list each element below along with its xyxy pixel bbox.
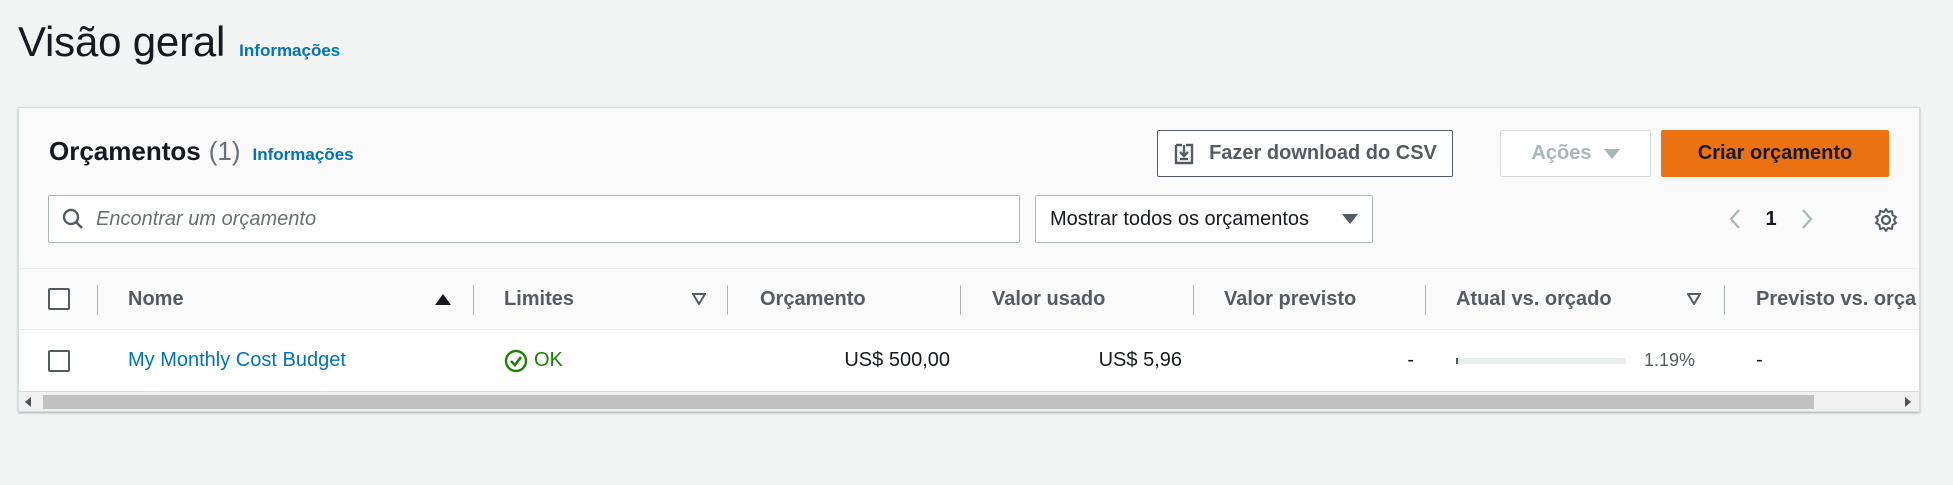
sort-ascending-icon[interactable]	[435, 269, 451, 329]
column-divider[interactable]	[1724, 285, 1725, 315]
column-header-limits-label: Limites	[504, 287, 575, 310]
scrollbar-thumb[interactable]	[43, 395, 1814, 409]
create-budget-label: Criar orçamento	[1697, 142, 1853, 164]
budgets-count: (1)	[208, 136, 241, 166]
progress-percent: 1.19%	[1644, 350, 1696, 370]
sort-icon[interactable]	[1687, 269, 1701, 329]
forecast-vs-budget-cell: -	[1756, 349, 1763, 371]
status-ok-label: OK	[534, 349, 563, 371]
download-csv-button[interactable]: Fazer download do CSV	[1157, 130, 1453, 177]
column-divider[interactable]	[727, 285, 728, 315]
caret-down-icon	[1342, 214, 1358, 224]
pagination: 1	[1719, 201, 1823, 237]
search-field	[48, 195, 1020, 243]
budgets-title: Orçamentos (1) Informações	[49, 136, 354, 167]
column-header-forecast-vs-budget[interactable]: Previsto vs. orça	[1756, 269, 1916, 329]
budget-name-link[interactable]: My Monthly Cost Budget	[128, 330, 346, 391]
forecast-amount-cell: -	[1407, 349, 1414, 371]
budgets-table: Nome Limites Orçamento Valor usado Valor…	[19, 268, 1919, 391]
column-header-forecast-vs-budget-label: Previsto vs. orça	[1756, 287, 1917, 310]
column-divider[interactable]	[1425, 285, 1426, 315]
caret-down-icon	[1603, 148, 1620, 159]
column-divider[interactable]	[473, 285, 474, 315]
sort-icon[interactable]	[692, 269, 706, 329]
table-row[interactable]: My Monthly Cost Budget OK US$ 500,00 US$…	[19, 330, 1919, 391]
download-icon	[1174, 143, 1194, 164]
select-all-checkbox[interactable]	[48, 288, 70, 310]
page-header: Visão geral Informações	[18, 18, 340, 66]
budgets-panel: Orçamentos (1) Informações Fazer downloa…	[18, 107, 1920, 412]
actions-button[interactable]: Ações	[1500, 130, 1651, 177]
chevron-left-icon[interactable]	[1719, 201, 1751, 237]
actual-vs-budget-cell: 1.19%	[1456, 330, 1695, 391]
column-header-name-label: Nome	[128, 287, 184, 310]
column-divider[interactable]	[960, 285, 961, 315]
budgets-panel-header: Orçamentos (1) Informações Fazer downloa…	[19, 108, 1919, 268]
budget-amount-cell: US$ 500,00	[844, 349, 950, 371]
column-header-used[interactable]: Valor usado	[992, 269, 1105, 329]
status-ok: OK	[504, 349, 563, 373]
page-title: Visão geral	[18, 18, 226, 65]
column-divider	[97, 285, 98, 315]
column-header-budget[interactable]: Orçamento	[760, 269, 866, 329]
create-budget-button[interactable]: Criar orçamento	[1661, 130, 1889, 177]
page-info-link[interactable]: Informações	[239, 41, 340, 61]
page-number[interactable]: 1	[1751, 208, 1791, 231]
column-header-name[interactable]: Nome	[128, 269, 184, 329]
actions-label: Ações	[1531, 142, 1592, 164]
scroll-left-arrow-icon[interactable]	[25, 397, 31, 407]
column-header-forecast-label: Valor previsto	[1224, 287, 1357, 310]
limits-cell: OK	[504, 330, 563, 391]
used-amount-cell: US$ 5,96	[1098, 349, 1182, 371]
gear-icon[interactable]	[1871, 205, 1901, 235]
column-header-actual-vs-budget[interactable]: Atual vs. orçado	[1456, 269, 1612, 329]
progress-bar-fill	[1456, 357, 1459, 364]
budgets-info-link[interactable]: Informações	[253, 145, 354, 165]
budget-filter-value: Mostrar todos os orçamentos	[1050, 207, 1309, 230]
download-csv-label: Fazer download do CSV	[1209, 142, 1437, 164]
horizontal-scrollbar[interactable]	[19, 391, 1919, 411]
status-ok-icon	[504, 349, 528, 372]
search-icon	[62, 208, 83, 229]
select-all-cell	[48, 269, 70, 329]
budget-filter-select[interactable]: Mostrar todos os orçamentos	[1035, 195, 1373, 243]
chevron-right-icon[interactable]	[1791, 201, 1823, 237]
scroll-right-arrow-icon[interactable]	[1905, 397, 1911, 407]
row-checkbox[interactable]	[48, 349, 70, 372]
search-input[interactable]	[96, 207, 1019, 231]
column-header-actual-vs-budget-label: Atual vs. orçado	[1456, 287, 1612, 310]
row-select-cell	[48, 330, 70, 391]
column-header-used-label: Valor usado	[992, 287, 1106, 310]
column-divider[interactable]	[1193, 285, 1194, 315]
column-header-forecast[interactable]: Valor previsto	[1224, 269, 1356, 329]
table-header-row: Nome Limites Orçamento Valor usado Valor…	[19, 268, 1919, 330]
column-header-limits[interactable]: Limites	[504, 269, 574, 329]
budgets-title-text: Orçamentos	[49, 136, 201, 166]
progress-bar	[1456, 357, 1626, 364]
column-header-budget-label: Orçamento	[760, 287, 866, 310]
